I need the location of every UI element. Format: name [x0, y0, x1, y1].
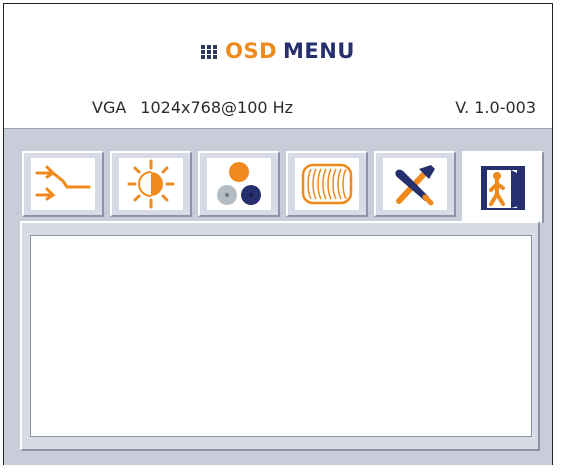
tab-tools[interactable] [374, 151, 456, 217]
firmware-version: V. 1.0-003 [455, 98, 536, 117]
signal-info: VGA 1024x768@100 Hz [92, 98, 293, 117]
title-osd: OSD [225, 39, 278, 63]
content-area [30, 235, 532, 437]
tab-geometry[interactable] [286, 151, 368, 217]
osd-header: OSD MENU VGA 1024x768@100 Hz V. 1.0-003 [4, 4, 552, 126]
exit-icon [481, 166, 525, 210]
menu-grid-icon [201, 45, 218, 59]
title-menu: MENU [283, 39, 355, 63]
tools-icon [395, 165, 435, 206]
tab-bar [22, 151, 550, 223]
osd-title: OSD MENU [4, 39, 552, 63]
osd-body [4, 128, 552, 465]
tab-exit[interactable] [462, 151, 544, 223]
color-icon [217, 162, 261, 205]
input-source: VGA [92, 98, 127, 117]
osd-window: OSD MENU VGA 1024x768@100 Hz V. 1.0-003 [3, 3, 553, 465]
tab-brightness[interactable] [110, 151, 192, 217]
content-panel [20, 221, 540, 451]
geometry-icon [301, 163, 353, 205]
brightness-icon [127, 159, 175, 209]
input-select-icon [35, 165, 91, 201]
tab-color[interactable] [198, 151, 280, 217]
resolution-text: 1024x768@100 Hz [140, 98, 294, 117]
tab-input-select[interactable] [22, 151, 104, 217]
